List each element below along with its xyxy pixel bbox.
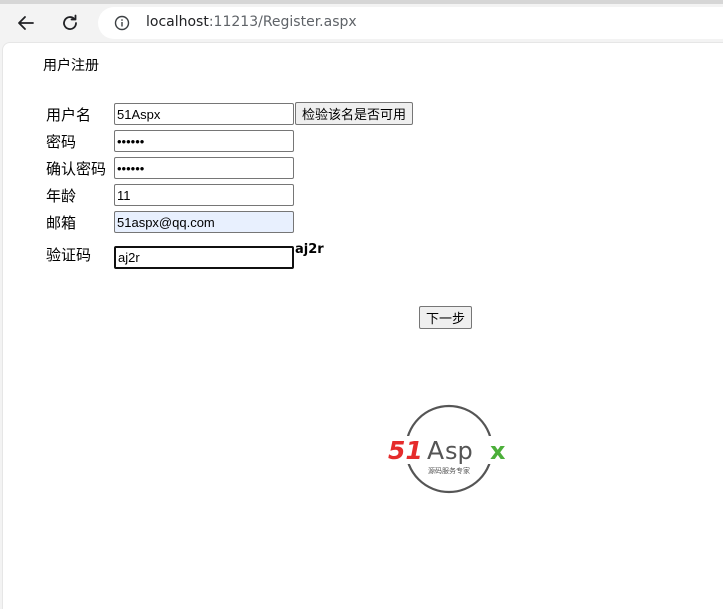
captcha-input[interactable] [114,246,294,269]
password-label: 密码 [46,133,77,151]
confirm-password-label: 确认密码 [46,160,107,178]
arrow-left-icon [18,16,34,30]
logo-brand-x: x [490,437,506,465]
captcha-image: aj2r [295,242,324,257]
reload-icon [63,14,77,30]
reload-button[interactable] [56,9,84,37]
confirm-password-input[interactable] [114,157,294,179]
back-button[interactable] [12,9,40,37]
url-path: :11213/Register.aspx [208,14,357,30]
username-input[interactable] [114,103,294,125]
email-input[interactable] [114,211,294,233]
logo-tagline: 源码服务专家 [428,466,470,475]
logo-brand-sp: sp [445,437,473,465]
username-label: 用户名 [46,106,92,124]
check-username-button[interactable]: 检验该名是否可用 [295,102,414,125]
url-host: localhost [146,14,209,30]
logo-brand-51: 51 [388,436,423,465]
email-label: 邮箱 [46,214,77,232]
logo-graphic: 51 A sp x 源码服务专家 [387,404,517,494]
logo-brand-a: A [427,436,444,465]
page-content: 用户注册 用户名 检验该名是否可用 密码 确认密码 年龄 邮箱 验证码 aj2r… [2,42,723,609]
captcha-label: 验证码 [46,246,92,264]
password-input[interactable] [114,130,294,152]
browser-toolbar: localhost:11213/Register.aspx [0,4,723,42]
address-bar[interactable]: localhost:11213/Register.aspx [98,7,723,39]
info-icon[interactable] [114,15,130,31]
age-label: 年龄 [46,187,77,205]
site-logo: 51 A sp x 源码服务专家 [387,403,517,495]
age-input[interactable] [114,184,294,206]
next-step-button[interactable]: 下一步 [419,306,473,329]
page-title: 用户注册 [43,58,99,74]
url-text[interactable]: localhost:11213/Register.aspx [146,14,357,30]
